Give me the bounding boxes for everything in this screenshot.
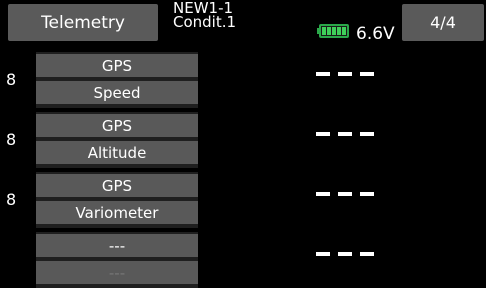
telemetry-value: --- xyxy=(316,244,378,264)
sensor-name-button[interactable]: --- xyxy=(36,234,198,257)
sensor-name-button[interactable]: GPS xyxy=(36,54,198,77)
row-number: 8 xyxy=(6,70,17,89)
sensor-item-button[interactable]: --- xyxy=(36,261,198,284)
sensor-name-button[interactable]: GPS xyxy=(36,114,198,137)
screen-title-tab[interactable]: Telemetry xyxy=(8,4,158,41)
battery-icon xyxy=(317,24,349,40)
screen-title: Telemetry xyxy=(41,12,125,33)
telemetry-row-3: 8 GPS Variometer --- xyxy=(0,172,486,228)
telemetry-value: --- xyxy=(316,64,378,84)
telemetry-row-1: 8 GPS Speed --- xyxy=(0,52,486,108)
model-info: NEW1-1 Condit.1 xyxy=(173,1,303,31)
page-indicator[interactable]: 4/4 xyxy=(402,4,484,41)
telemetry-value: --- xyxy=(316,184,378,204)
battery-voltage: 6.6V xyxy=(356,24,395,44)
sensor-item-button[interactable]: Variometer xyxy=(36,201,198,224)
sensor-item-button[interactable]: Speed xyxy=(36,81,198,104)
page-number: 4/4 xyxy=(430,13,456,32)
header-bar: Telemetry NEW1-1 Condit.1 6.6V 4/4 xyxy=(0,0,486,45)
telemetry-value: --- xyxy=(316,124,378,144)
sensor-item-button[interactable]: Altitude xyxy=(36,141,198,164)
row-number: 8 xyxy=(6,130,17,149)
sensor-name-button[interactable]: GPS xyxy=(36,174,198,197)
telemetry-row-2: 8 GPS Altitude --- xyxy=(0,112,486,168)
condition-name: Condit.1 xyxy=(173,13,237,31)
row-number: 8 xyxy=(6,190,17,209)
